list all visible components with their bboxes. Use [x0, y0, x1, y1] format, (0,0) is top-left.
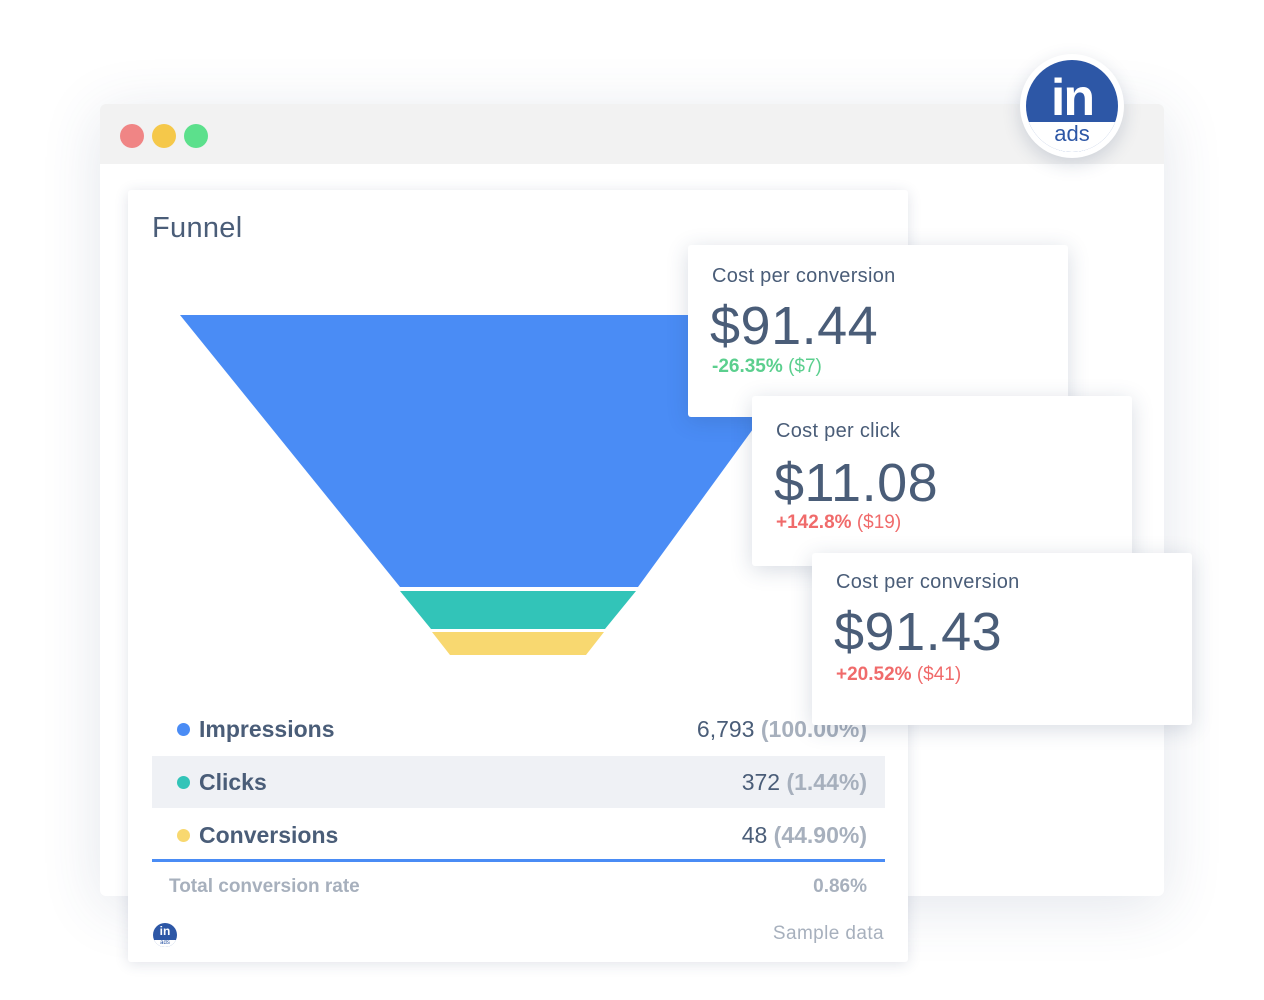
close-window-dot[interactable] — [120, 124, 144, 148]
metric-change-percent: -26.35% — [712, 356, 783, 377]
total-divider — [152, 859, 885, 862]
legend-name: Clicks — [199, 769, 267, 795]
mini-logo-word: in — [159, 924, 171, 938]
metric-label: Cost per conversion — [836, 571, 1020, 593]
linkedin-ads-logo: in ads — [1020, 54, 1124, 158]
legend-percent: (1.44%) — [786, 769, 867, 795]
legend-count: 372 — [741, 769, 781, 795]
legend-row-clicks: Clicks 372 (1.44%) — [152, 756, 885, 808]
legend-percent: (44.90%) — [773, 822, 867, 848]
total-conversion-label: Total conversion rate — [169, 876, 360, 897]
stage: in ads Funnel Impressions 6,793 (100.00%… — [0, 0, 1264, 1000]
metric-change-amount: ($19) — [856, 512, 902, 533]
metric-card-cost-per-conversion-2: Cost per conversion $91.43 +20.52% ($41) — [812, 553, 1192, 725]
metric-change-percent: +142.8% — [776, 512, 852, 533]
metric-change-percent: +20.52% — [836, 664, 912, 685]
metric-value: $11.08 — [774, 453, 939, 513]
impressions-dot-icon — [177, 723, 190, 736]
logo-word: in — [1050, 69, 1095, 127]
metric-value: $91.43 — [834, 602, 1003, 662]
legend-value: 372 (1.44%) — [742, 756, 867, 808]
legend-name: Impressions — [199, 716, 335, 742]
linkedin-ads-logo-mark: in ads — [1026, 60, 1118, 152]
metric-change-amount: ($7) — [788, 356, 822, 377]
legend-name: Conversions — [199, 822, 339, 848]
metric-change: +20.52% ($41) — [836, 663, 961, 687]
metric-change: +142.8% ($19) — [776, 511, 901, 535]
metric-label: Cost per conversion — [712, 265, 896, 287]
funnel-segment-conversions — [432, 632, 604, 655]
mini-logo-sub: ads — [153, 940, 177, 947]
total-conversion-value: 0.86% — [813, 876, 867, 897]
legend-count: 48 — [741, 822, 768, 848]
metric-change-amount: ($41) — [916, 664, 962, 685]
metric-value: $91.44 — [710, 296, 879, 356]
metric-change: -26.35% ($7) — [712, 355, 822, 379]
legend-value: 48 (44.90%) — [742, 809, 867, 861]
legend-row-impressions: Impressions 6,793 (100.00%) — [152, 703, 885, 755]
sample-data-note: Sample data — [772, 923, 884, 944]
metric-card-cost-per-click: Cost per click $11.08 +142.8% ($19) — [752, 396, 1132, 566]
legend-count: 6,793 — [696, 716, 755, 742]
conversions-dot-icon — [177, 829, 190, 842]
window-titlebar — [100, 104, 1164, 164]
minimize-window-dot[interactable] — [152, 124, 176, 148]
logo-sub: ads — [1026, 122, 1118, 152]
metric-card-cost-per-conversion-1: Cost per conversion $91.44 -26.35% ($7) — [688, 245, 1068, 417]
maximize-window-dot[interactable] — [184, 124, 208, 148]
linkedin-ads-small-icon: in ads — [153, 923, 177, 947]
legend-row-conversions: Conversions 48 (44.90%) — [152, 809, 885, 861]
clicks-dot-icon — [177, 776, 190, 789]
funnel-segment-clicks — [400, 591, 636, 629]
metric-label: Cost per click — [776, 420, 901, 442]
